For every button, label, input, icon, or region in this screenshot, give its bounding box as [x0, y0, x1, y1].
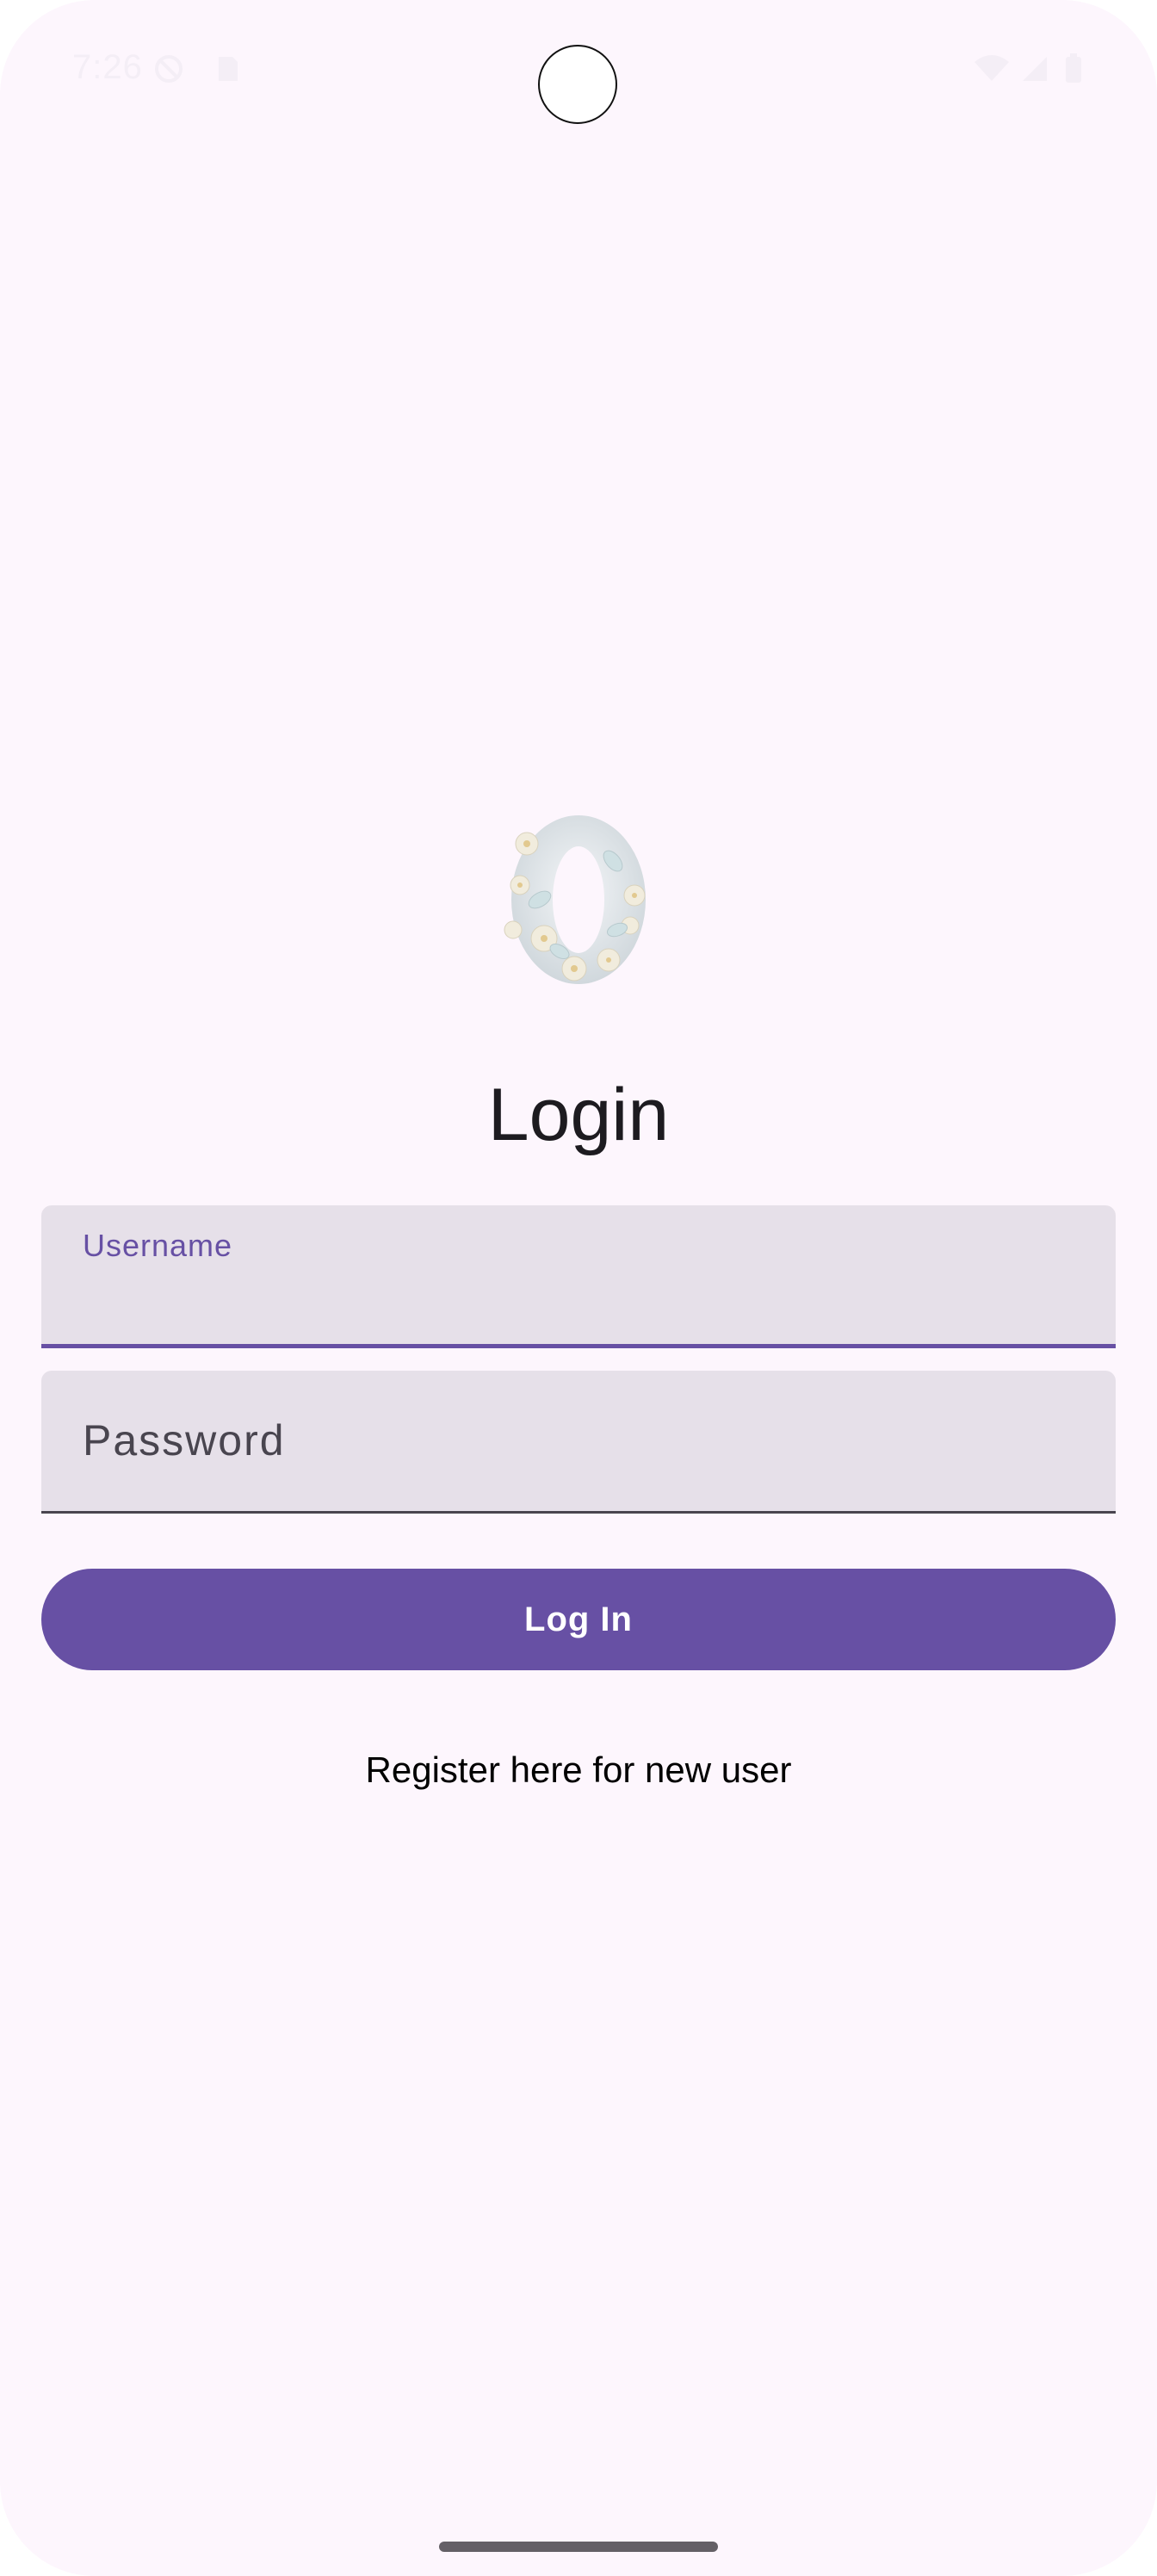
wifi-icon	[973, 53, 1011, 84]
password-label: Password	[83, 1416, 286, 1464]
home-indicator[interactable]	[439, 2542, 718, 2552]
floral-zero-logo-icon	[492, 809, 665, 990]
sim-card-icon	[212, 53, 243, 84]
front-camera-cutout	[538, 45, 617, 124]
login-button[interactable]: Log In	[41, 1569, 1116, 1670]
username-label: Username	[83, 1228, 233, 1263]
register-link[interactable]: Register here for new user	[0, 1749, 1157, 1791]
do-not-disturb-icon	[153, 53, 184, 84]
battery-icon	[1064, 53, 1083, 84]
signal-icon	[1019, 53, 1050, 84]
login-screen: 7:26 Login Username Password Log In Regi…	[0, 0, 1157, 2576]
password-field[interactable]: Password	[41, 1371, 1116, 1514]
username-field[interactable]: Username	[41, 1205, 1116, 1348]
status-time: 7:26	[72, 48, 143, 86]
page-title: Login	[487, 1074, 670, 1156]
